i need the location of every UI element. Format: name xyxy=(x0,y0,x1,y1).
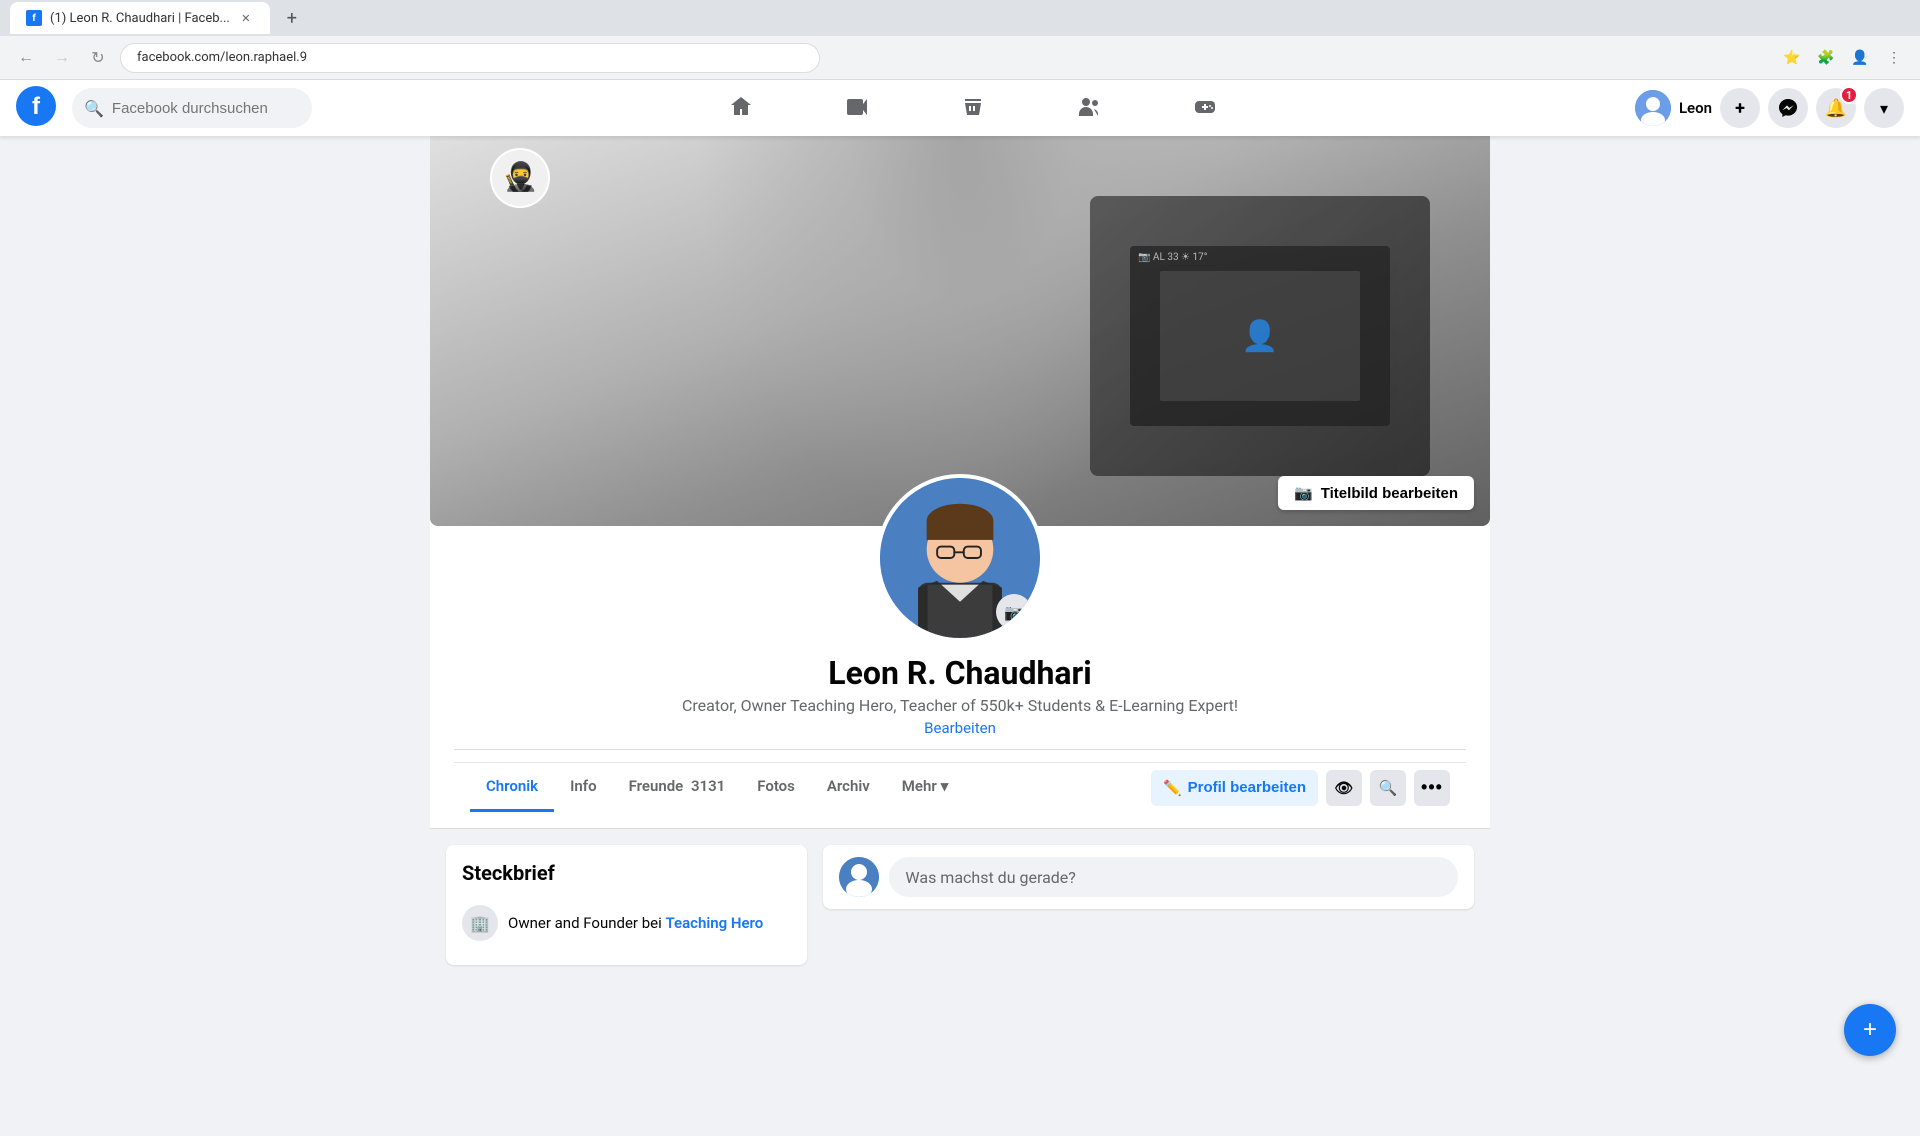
nav-right-section: Leon + 🔔 1 ▾ xyxy=(1635,88,1904,128)
extensions-icon[interactable]: 🧩 xyxy=(1812,44,1840,72)
composer-input[interactable]: Was machst du gerade? xyxy=(889,857,1458,897)
eye-icon: 👁 xyxy=(1334,779,1353,797)
change-avatar-button[interactable]: 📷 xyxy=(996,594,1032,630)
url-text: facebook.com/leon.raphael.9 xyxy=(137,50,307,65)
messenger-icon xyxy=(1778,98,1798,118)
user-avatar-icon xyxy=(1635,90,1671,126)
facebook-navbar: f 🔍 xyxy=(0,80,1920,136)
teaching-hero-link[interactable]: Teaching Hero xyxy=(665,914,763,932)
composer-placeholder: Was machst du gerade? xyxy=(905,868,1075,887)
edit-profile-button[interactable]: ✏️ Profil bearbeiten xyxy=(1151,770,1318,806)
profile-main-content: Steckbrief 🏢 Owner and Founder bei Teach… xyxy=(430,829,1490,981)
composer-avatar xyxy=(839,857,879,897)
work-icon: 🏢 xyxy=(462,905,498,941)
profile-header: 📷 AL 33 ☀ 17° 👤 🥷 📷 Titelbild bearbeiten xyxy=(430,136,1490,829)
nav-user-profile[interactable]: Leon xyxy=(1635,90,1712,126)
steckbrief-text-work: Owner and Founder bei Teaching Hero xyxy=(508,914,763,932)
profile-avatar: 📷 xyxy=(876,474,1044,642)
friends-count: 3131 xyxy=(691,777,725,795)
create-button[interactable]: + xyxy=(1720,88,1760,128)
search-profile-button[interactable]: 🔍 xyxy=(1370,770,1406,806)
search-input[interactable] xyxy=(112,100,300,117)
corner-logo: 🥷 xyxy=(490,148,550,208)
steckbrief-card: Steckbrief 🏢 Owner and Founder bei Teach… xyxy=(446,845,807,965)
notifications-button[interactable]: 🔔 1 xyxy=(1816,88,1856,128)
menu-icon[interactable]: ⋮ xyxy=(1880,44,1908,72)
close-tab-button[interactable]: ✕ xyxy=(238,10,254,26)
tab-mehr[interactable]: Mehr ▾ xyxy=(886,763,965,812)
profile-avatar-wrap: 📷 xyxy=(454,474,1466,642)
browser-tab[interactable]: f (1) Leon R. Chaudhari | Faceb... ✕ xyxy=(10,2,270,34)
steckbrief-item-work: 🏢 Owner and Founder bei Teaching Hero xyxy=(462,897,791,949)
browser-favicon: f xyxy=(26,10,42,26)
refresh-button[interactable]: ↻ xyxy=(84,44,112,72)
corner-avatar-icon: 🥷 xyxy=(492,150,548,206)
chevron-down-icon: ▾ xyxy=(1880,99,1888,118)
video-icon xyxy=(845,95,869,119)
bookmark-icon[interactable]: ⭐ xyxy=(1778,44,1806,72)
back-button[interactable]: ← xyxy=(12,44,40,72)
tab-fotos[interactable]: Fotos xyxy=(741,763,811,812)
groups-icon xyxy=(1077,95,1101,119)
notification-badge: 1 xyxy=(1840,86,1858,104)
profile-icon[interactable]: 👤 xyxy=(1846,44,1874,72)
cover-photo: 📷 AL 33 ☀ 17° 👤 🥷 📷 Titelbild bearbeiten xyxy=(430,136,1490,526)
svg-text:🥷: 🥷 xyxy=(503,160,538,193)
marketplace-nav-icon[interactable] xyxy=(915,84,1031,132)
pencil-icon: ✏️ xyxy=(1163,779,1182,797)
edit-bio-link[interactable]: Bearbeiten xyxy=(454,719,1466,737)
messenger-button[interactable] xyxy=(1768,88,1808,128)
right-column: Was machst du gerade? xyxy=(823,845,1474,965)
marketplace-icon xyxy=(961,95,985,119)
nav-avatar xyxy=(1635,90,1671,126)
fb-logo-icon: f xyxy=(16,86,56,126)
profile-name: Leon R. Chaudhari xyxy=(454,654,1466,692)
profile-info-section: 📷 Leon R. Chaudhari Creator, Owner Teach… xyxy=(430,474,1490,829)
composer-avatar-icon xyxy=(839,857,879,897)
profile-divider xyxy=(454,749,1466,750)
profile-tab-actions: ✏️ Profil bearbeiten 👁 🔍 ••• xyxy=(1151,770,1450,806)
svg-text:f: f xyxy=(32,93,41,120)
steckbrief-title: Steckbrief xyxy=(462,861,791,885)
left-column: Steckbrief 🏢 Owner and Founder bei Teach… xyxy=(446,845,807,965)
edit-profile-label: Profil bearbeiten xyxy=(1188,779,1306,796)
browser-tab-bar: f (1) Leon R. Chaudhari | Faceb... ✕ + xyxy=(0,0,1920,36)
groups-nav-icon[interactable] xyxy=(1031,84,1147,132)
more-icon: ••• xyxy=(1421,777,1443,798)
account-menu-button[interactable]: ▾ xyxy=(1864,88,1904,128)
tab-chronik[interactable]: Chronik xyxy=(470,763,554,812)
address-bar[interactable]: facebook.com/leon.raphael.9 xyxy=(120,43,820,73)
tab-archiv[interactable]: Archiv xyxy=(811,763,886,812)
profile-tabs: Chronik Info Freunde 3131 Fotos Archiv M… xyxy=(454,762,1466,812)
fab-create-button[interactable]: + xyxy=(1844,1004,1896,1056)
camera-small-icon: 📷 xyxy=(1004,603,1024,622)
more-options-button[interactable]: ••• xyxy=(1414,770,1450,806)
tab-title: (1) Leon R. Chaudhari | Faceb... xyxy=(50,11,230,26)
home-icon xyxy=(729,95,753,119)
gaming-nav-icon[interactable] xyxy=(1147,84,1263,132)
post-composer: Was machst du gerade? xyxy=(823,845,1474,909)
search-box[interactable]: 🔍 xyxy=(72,88,312,128)
forward-button[interactable]: → xyxy=(48,44,76,72)
watch-nav-icon[interactable] xyxy=(799,84,915,132)
tab-freunde[interactable]: Freunde 3131 xyxy=(613,763,742,812)
mehr-arrow-icon: ▾ xyxy=(941,777,949,795)
search-icon: 🔍 xyxy=(84,99,104,118)
facebook-logo[interactable]: f xyxy=(16,86,56,130)
page-content: 📷 AL 33 ☀ 17° 👤 🥷 📷 Titelbild bearbeiten xyxy=(0,136,1920,1136)
browser-right-icons: ⭐ 🧩 👤 ⋮ xyxy=(1778,44,1908,72)
fab-plus-icon: + xyxy=(1863,1016,1877,1044)
gaming-icon xyxy=(1193,95,1217,119)
nav-center-icons xyxy=(320,84,1627,132)
profile-bio: Creator, Owner Teaching Hero, Teacher of… xyxy=(454,696,1466,715)
view-as-button[interactable]: 👁 xyxy=(1326,770,1362,806)
search-profile-icon: 🔍 xyxy=(1379,779,1398,797)
home-nav-icon[interactable] xyxy=(683,84,799,132)
browser-toolbar: ← → ↻ facebook.com/leon.raphael.9 ⭐ 🧩 👤 … xyxy=(0,36,1920,80)
new-tab-button[interactable]: + xyxy=(278,4,306,32)
plus-icon: + xyxy=(1735,98,1745,119)
tab-info[interactable]: Info xyxy=(554,763,613,812)
nav-user-name: Leon xyxy=(1679,99,1712,117)
